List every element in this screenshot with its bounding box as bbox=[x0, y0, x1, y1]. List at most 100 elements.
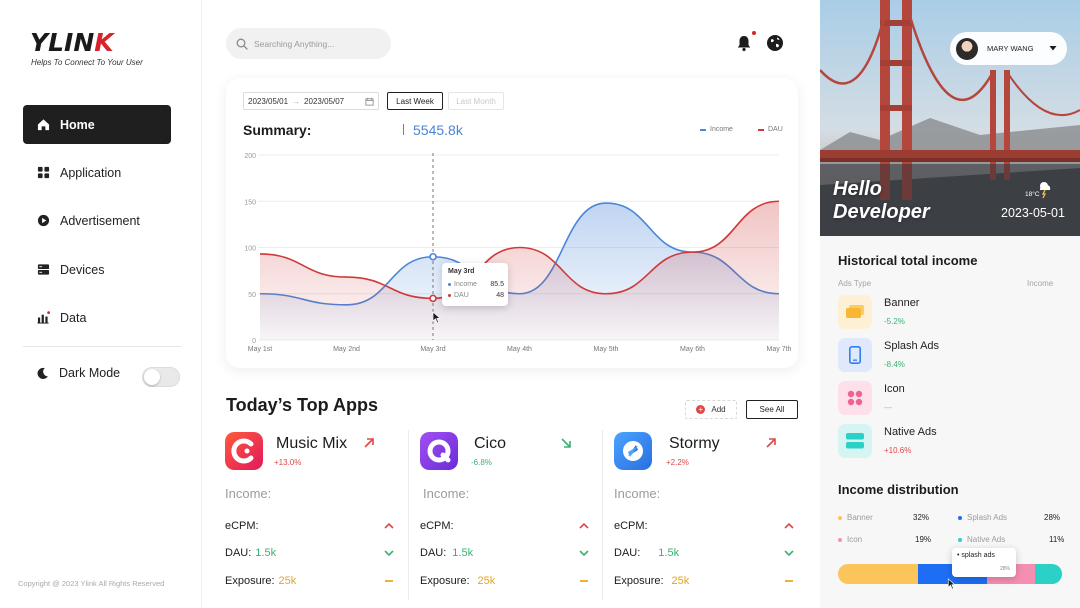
dist-label: Icon bbox=[847, 535, 863, 544]
app-change: +13.0% bbox=[274, 458, 302, 467]
tooltip-dau-dot bbox=[448, 294, 451, 297]
ad-row-icon[interactable]: Icon --- bbox=[838, 381, 1068, 417]
summary-chart[interactable]: 0 50 100 150 200 May 1st May 2nd May 3rd May 4th… bbox=[226, 78, 798, 368]
chart-tooltip: May 3rd Income 85.5 DAU 48 bbox=[442, 263, 508, 306]
ylink-logo[interactable]: YLINK bbox=[30, 28, 114, 57]
metric-exposure: Exposure: 25k bbox=[420, 575, 590, 587]
grid-icon bbox=[37, 166, 50, 179]
dist-label: Native Ads bbox=[967, 535, 1006, 544]
ad-name: Splash Ads bbox=[884, 340, 940, 352]
ad-name: Banner bbox=[884, 297, 920, 309]
ad-change: -5.2% bbox=[884, 317, 905, 326]
hover-point-income bbox=[429, 252, 437, 261]
globe-icon[interactable] bbox=[766, 34, 784, 52]
top-apps-title: Today’s Top Apps bbox=[226, 395, 378, 415]
dist-dot bbox=[838, 537, 842, 542]
bell-icon[interactable] bbox=[735, 34, 753, 52]
app-card-stormy[interactable]: Stormy +2.2% Income: eCPM: DAU: 1.5k Expo… bbox=[614, 430, 794, 605]
metric-label: Exposure: bbox=[614, 575, 664, 587]
sidebar-item-advertisement[interactable]: Advertisement bbox=[23, 201, 171, 240]
search-input[interactable] bbox=[254, 38, 374, 49]
dist-dot bbox=[958, 515, 962, 520]
plus-icon: + bbox=[696, 405, 706, 414]
right-panel: MARY WANG Hello Developer 18°C 2023-05-01… bbox=[820, 0, 1080, 608]
mouse-cursor-icon bbox=[432, 311, 441, 324]
home-icon bbox=[37, 119, 50, 131]
notification-dot bbox=[752, 31, 756, 35]
income-label: Income: bbox=[614, 486, 661, 501]
dash-icon bbox=[385, 580, 393, 582]
play-icon bbox=[37, 214, 50, 227]
dist-item-banner: Banner bbox=[838, 513, 873, 522]
x-tick-label: May 1st bbox=[248, 346, 273, 353]
metric-label: eCPM: bbox=[225, 520, 259, 532]
dist-item-splash: Splash Ads bbox=[958, 513, 1007, 522]
metric-dau: DAU: 1.5k bbox=[225, 547, 395, 559]
icon-ads-icon bbox=[838, 381, 872, 415]
tooltip-income-dot bbox=[448, 283, 451, 286]
user-menu[interactable]: MARY WANG bbox=[950, 32, 1067, 65]
x-tick-label: May 3rd bbox=[420, 346, 445, 353]
x-tick-label: May 2nd bbox=[333, 346, 360, 353]
metric-label: Exposure: bbox=[420, 575, 470, 587]
y-tick-label: 0 bbox=[252, 338, 256, 345]
dist-item-icon: Icon bbox=[838, 535, 862, 544]
tooltip-dau-value: 48 bbox=[496, 292, 504, 299]
dash-icon bbox=[785, 580, 793, 582]
metric-dau: DAU: 1.5k bbox=[614, 547, 795, 559]
hero-greeting: Hello Developer bbox=[833, 178, 930, 224]
ad-name: Icon bbox=[884, 383, 905, 395]
y-tick-label: 150 bbox=[244, 199, 256, 206]
dark-mode-row: Dark Mode bbox=[36, 366, 120, 380]
distribution-title: Income distribution bbox=[838, 482, 959, 497]
dist-item-native: Native Ads bbox=[958, 535, 1005, 544]
ad-row-banner[interactable]: Banner -5.2% bbox=[838, 295, 1068, 331]
metric-value: 25k bbox=[477, 575, 496, 587]
col-ads-type: Ads Type bbox=[838, 279, 872, 288]
dash-icon bbox=[580, 580, 588, 582]
chevron-up-icon bbox=[784, 522, 794, 529]
metric-value: 25k bbox=[278, 575, 297, 587]
add-button[interactable]: + Add bbox=[685, 400, 737, 419]
dist-dot bbox=[958, 537, 962, 542]
dist-pct: 11% bbox=[1049, 535, 1065, 544]
sidebar-item-application[interactable]: Application bbox=[23, 153, 171, 192]
sidebar-item-home[interactable]: Home bbox=[23, 105, 171, 144]
sidebar-item-label: Devices bbox=[60, 262, 105, 277]
music-mix-icon bbox=[225, 432, 263, 470]
see-all-button[interactable]: See All bbox=[746, 400, 798, 419]
sidebar: YLINK Helps To Connect To Your User Home… bbox=[0, 0, 202, 608]
sidebar-item-label: Advertisement bbox=[60, 213, 140, 228]
distribution-segment-native-ads[interactable] bbox=[1034, 564, 1062, 584]
chevron-down-icon bbox=[384, 550, 394, 557]
x-tick-label: May 6th bbox=[680, 346, 705, 353]
tooltip-dau-label: DAU bbox=[454, 292, 469, 299]
tooltip-income-row: Income 85.5 bbox=[448, 281, 504, 288]
distribution-segment-banner[interactable] bbox=[838, 564, 918, 584]
metric-label: eCPM: bbox=[614, 520, 648, 532]
logo-tagline: Helps To Connect To Your User bbox=[31, 58, 143, 67]
app-divider bbox=[408, 430, 409, 600]
metric-label: DAU: bbox=[225, 547, 252, 559]
metric-ecpm: eCPM: bbox=[225, 520, 395, 532]
app-change: +2.2% bbox=[666, 458, 689, 467]
sidebar-item-devices[interactable]: Devices bbox=[23, 250, 171, 289]
caret-down-icon bbox=[1049, 46, 1057, 51]
dist-tooltip-value: 28% bbox=[999, 566, 1010, 572]
app-card-cico[interactable]: Cico -6.8% Income: eCPM: DAU: 1.5k Exposu… bbox=[420, 430, 596, 605]
user-name: MARY WANG bbox=[987, 44, 1034, 53]
logo-text: YLIN bbox=[30, 28, 95, 57]
add-label: Add bbox=[711, 405, 726, 414]
dark-mode-toggle[interactable] bbox=[142, 367, 180, 387]
app-card-music-mix[interactable]: Music Mix +13.0% Income: eCPM: DAU: 1.5k … bbox=[225, 430, 401, 605]
ad-change: +10.6% bbox=[884, 446, 912, 455]
sidebar-item-data[interactable]: Data bbox=[23, 298, 171, 337]
chevron-down-icon bbox=[579, 550, 589, 557]
arrow-up-right-icon bbox=[364, 438, 374, 448]
ad-row-splash[interactable]: Splash Ads -8.4% bbox=[838, 338, 1068, 374]
dist-tooltip-text: splash ads bbox=[961, 552, 995, 559]
search-bar[interactable] bbox=[226, 28, 391, 59]
toggle-knob bbox=[144, 369, 160, 385]
hero-date: 2023-05-01 bbox=[1001, 206, 1065, 220]
ad-row-native[interactable]: Native Ads +10.6% bbox=[838, 424, 1068, 460]
